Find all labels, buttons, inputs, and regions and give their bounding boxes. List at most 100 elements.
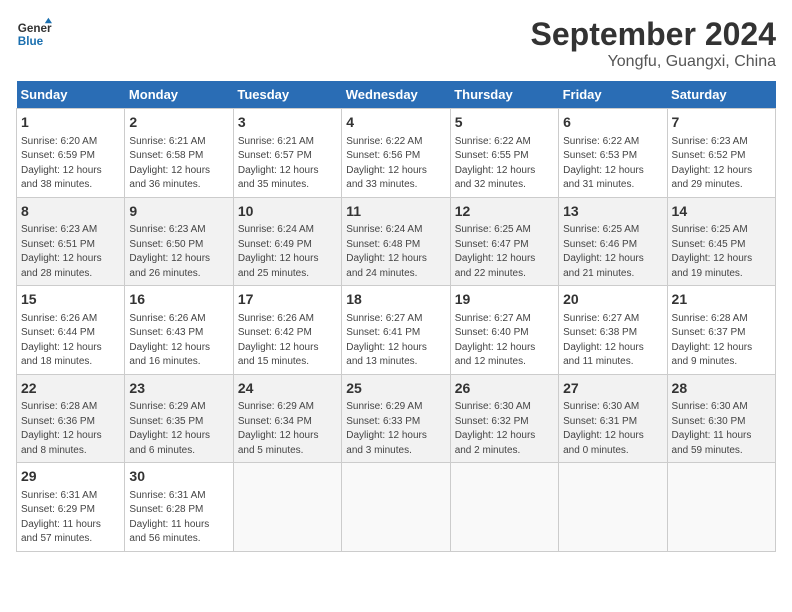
table-row: 22Sunrise: 6:28 AMSunset: 6:36 PMDayligh… bbox=[17, 374, 776, 463]
svg-text:Blue: Blue bbox=[18, 35, 44, 48]
day-info: Sunrise: 6:26 AMSunset: 6:43 PMDaylight:… bbox=[129, 312, 228, 370]
day-number: 7 bbox=[672, 113, 771, 133]
day-number: 20 bbox=[563, 290, 662, 310]
table-cell: 1Sunrise: 6:20 AMSunset: 6:59 PMDaylight… bbox=[17, 109, 125, 198]
table-row: 29Sunrise: 6:31 AMSunset: 6:29 PMDayligh… bbox=[17, 463, 776, 552]
col-friday: Friday bbox=[559, 81, 667, 109]
day-number: 28 bbox=[672, 379, 771, 399]
table-cell: 5Sunrise: 6:22 AMSunset: 6:55 PMDaylight… bbox=[450, 109, 558, 198]
day-number: 2 bbox=[129, 113, 228, 133]
day-number: 15 bbox=[21, 290, 120, 310]
table-cell: 2Sunrise: 6:21 AMSunset: 6:58 PMDaylight… bbox=[125, 109, 233, 198]
table-cell bbox=[559, 463, 667, 552]
calendar-title: September 2024 bbox=[531, 16, 776, 53]
day-number: 10 bbox=[238, 202, 337, 222]
day-info: Sunrise: 6:29 AMSunset: 6:35 PMDaylight:… bbox=[129, 400, 228, 458]
col-tuesday: Tuesday bbox=[233, 81, 341, 109]
day-info: Sunrise: 6:27 AMSunset: 6:41 PMDaylight:… bbox=[346, 312, 445, 370]
calendar-table: Sunday Monday Tuesday Wednesday Thursday… bbox=[16, 81, 776, 552]
day-number: 19 bbox=[455, 290, 554, 310]
table-cell: 7Sunrise: 6:23 AMSunset: 6:52 PMDaylight… bbox=[667, 109, 775, 198]
table-cell: 12Sunrise: 6:25 AMSunset: 6:47 PMDayligh… bbox=[450, 197, 558, 286]
day-info: Sunrise: 6:21 AMSunset: 6:58 PMDaylight:… bbox=[129, 135, 228, 193]
header-row: Sunday Monday Tuesday Wednesday Thursday… bbox=[17, 81, 776, 109]
day-info: Sunrise: 6:29 AMSunset: 6:34 PMDaylight:… bbox=[238, 400, 337, 458]
day-number: 12 bbox=[455, 202, 554, 222]
table-cell: 9Sunrise: 6:23 AMSunset: 6:50 PMDaylight… bbox=[125, 197, 233, 286]
day-info: Sunrise: 6:27 AMSunset: 6:38 PMDaylight:… bbox=[563, 312, 662, 370]
day-info: Sunrise: 6:25 AMSunset: 6:47 PMDaylight:… bbox=[455, 223, 554, 281]
day-info: Sunrise: 6:30 AMSunset: 6:30 PMDaylight:… bbox=[672, 400, 771, 458]
day-number: 17 bbox=[238, 290, 337, 310]
day-number: 26 bbox=[455, 379, 554, 399]
table-cell: 4Sunrise: 6:22 AMSunset: 6:56 PMDaylight… bbox=[342, 109, 450, 198]
table-row: 15Sunrise: 6:26 AMSunset: 6:44 PMDayligh… bbox=[17, 286, 776, 375]
table-cell: 19Sunrise: 6:27 AMSunset: 6:40 PMDayligh… bbox=[450, 286, 558, 375]
table-cell: 11Sunrise: 6:24 AMSunset: 6:48 PMDayligh… bbox=[342, 197, 450, 286]
day-number: 13 bbox=[563, 202, 662, 222]
day-info: Sunrise: 6:31 AMSunset: 6:28 PMDaylight:… bbox=[129, 489, 228, 547]
day-number: 21 bbox=[672, 290, 771, 310]
header: General Blue September 2024 Yongfu, Guan… bbox=[16, 16, 776, 71]
day-info: Sunrise: 6:21 AMSunset: 6:57 PMDaylight:… bbox=[238, 135, 337, 193]
day-number: 8 bbox=[21, 202, 120, 222]
table-cell: 20Sunrise: 6:27 AMSunset: 6:38 PMDayligh… bbox=[559, 286, 667, 375]
day-info: Sunrise: 6:28 AMSunset: 6:37 PMDaylight:… bbox=[672, 312, 771, 370]
table-cell: 3Sunrise: 6:21 AMSunset: 6:57 PMDaylight… bbox=[233, 109, 341, 198]
day-info: Sunrise: 6:31 AMSunset: 6:29 PMDaylight:… bbox=[21, 489, 120, 547]
table-cell bbox=[450, 463, 558, 552]
day-info: Sunrise: 6:25 AMSunset: 6:45 PMDaylight:… bbox=[672, 223, 771, 281]
day-number: 6 bbox=[563, 113, 662, 133]
day-info: Sunrise: 6:22 AMSunset: 6:55 PMDaylight:… bbox=[455, 135, 554, 193]
day-info: Sunrise: 6:28 AMSunset: 6:36 PMDaylight:… bbox=[21, 400, 120, 458]
logo: General Blue bbox=[16, 16, 52, 52]
day-info: Sunrise: 6:22 AMSunset: 6:53 PMDaylight:… bbox=[563, 135, 662, 193]
day-number: 4 bbox=[346, 113, 445, 133]
day-number: 24 bbox=[238, 379, 337, 399]
table-row: 1Sunrise: 6:20 AMSunset: 6:59 PMDaylight… bbox=[17, 109, 776, 198]
day-number: 5 bbox=[455, 113, 554, 133]
day-number: 27 bbox=[563, 379, 662, 399]
table-cell: 24Sunrise: 6:29 AMSunset: 6:34 PMDayligh… bbox=[233, 374, 341, 463]
day-info: Sunrise: 6:23 AMSunset: 6:52 PMDaylight:… bbox=[672, 135, 771, 193]
table-cell bbox=[342, 463, 450, 552]
table-cell: 16Sunrise: 6:26 AMSunset: 6:43 PMDayligh… bbox=[125, 286, 233, 375]
day-number: 9 bbox=[129, 202, 228, 222]
day-number: 23 bbox=[129, 379, 228, 399]
day-number: 29 bbox=[21, 467, 120, 487]
col-saturday: Saturday bbox=[667, 81, 775, 109]
table-cell: 23Sunrise: 6:29 AMSunset: 6:35 PMDayligh… bbox=[125, 374, 233, 463]
table-cell: 22Sunrise: 6:28 AMSunset: 6:36 PMDayligh… bbox=[17, 374, 125, 463]
calendar-subtitle: Yongfu, Guangxi, China bbox=[531, 53, 776, 71]
day-info: Sunrise: 6:27 AMSunset: 6:40 PMDaylight:… bbox=[455, 312, 554, 370]
col-monday: Monday bbox=[125, 81, 233, 109]
day-number: 16 bbox=[129, 290, 228, 310]
day-number: 1 bbox=[21, 113, 120, 133]
day-number: 14 bbox=[672, 202, 771, 222]
day-info: Sunrise: 6:23 AMSunset: 6:51 PMDaylight:… bbox=[21, 223, 120, 281]
day-info: Sunrise: 6:30 AMSunset: 6:32 PMDaylight:… bbox=[455, 400, 554, 458]
table-cell: 30Sunrise: 6:31 AMSunset: 6:28 PMDayligh… bbox=[125, 463, 233, 552]
day-info: Sunrise: 6:29 AMSunset: 6:33 PMDaylight:… bbox=[346, 400, 445, 458]
table-cell: 26Sunrise: 6:30 AMSunset: 6:32 PMDayligh… bbox=[450, 374, 558, 463]
table-cell: 21Sunrise: 6:28 AMSunset: 6:37 PMDayligh… bbox=[667, 286, 775, 375]
table-cell: 27Sunrise: 6:30 AMSunset: 6:31 PMDayligh… bbox=[559, 374, 667, 463]
table-cell: 25Sunrise: 6:29 AMSunset: 6:33 PMDayligh… bbox=[342, 374, 450, 463]
col-thursday: Thursday bbox=[450, 81, 558, 109]
table-cell bbox=[233, 463, 341, 552]
table-row: 8Sunrise: 6:23 AMSunset: 6:51 PMDaylight… bbox=[17, 197, 776, 286]
day-number: 3 bbox=[238, 113, 337, 133]
day-info: Sunrise: 6:24 AMSunset: 6:48 PMDaylight:… bbox=[346, 223, 445, 281]
title-section: September 2024 Yongfu, Guangxi, China bbox=[531, 16, 776, 71]
day-info: Sunrise: 6:25 AMSunset: 6:46 PMDaylight:… bbox=[563, 223, 662, 281]
table-cell: 6Sunrise: 6:22 AMSunset: 6:53 PMDaylight… bbox=[559, 109, 667, 198]
day-info: Sunrise: 6:26 AMSunset: 6:42 PMDaylight:… bbox=[238, 312, 337, 370]
table-cell: 10Sunrise: 6:24 AMSunset: 6:49 PMDayligh… bbox=[233, 197, 341, 286]
table-cell: 15Sunrise: 6:26 AMSunset: 6:44 PMDayligh… bbox=[17, 286, 125, 375]
table-cell: 18Sunrise: 6:27 AMSunset: 6:41 PMDayligh… bbox=[342, 286, 450, 375]
day-info: Sunrise: 6:26 AMSunset: 6:44 PMDaylight:… bbox=[21, 312, 120, 370]
col-wednesday: Wednesday bbox=[342, 81, 450, 109]
day-number: 30 bbox=[129, 467, 228, 487]
day-number: 11 bbox=[346, 202, 445, 222]
day-number: 22 bbox=[21, 379, 120, 399]
